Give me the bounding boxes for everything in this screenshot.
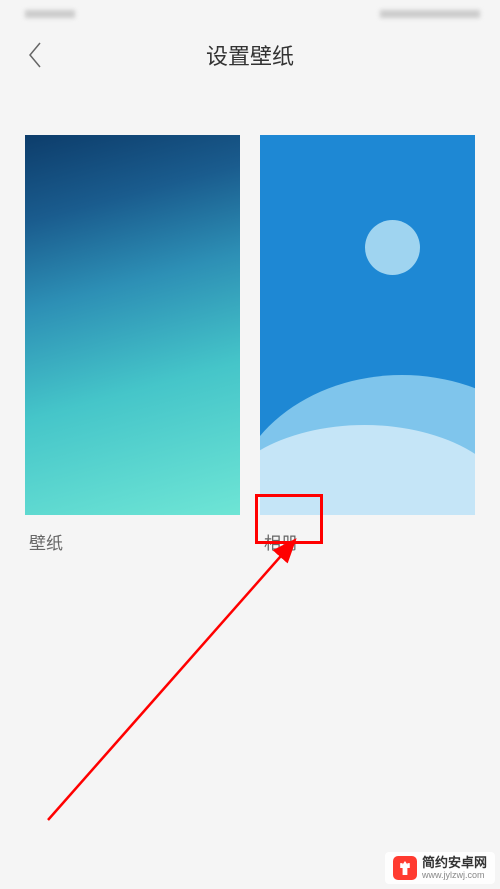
gradient-preview (25, 135, 240, 515)
watermark: 简约安卓网 www.jylzwj.com (385, 852, 495, 884)
wallpaper-thumbnail (25, 135, 240, 515)
hill-front-shape (260, 425, 475, 515)
moon-shape (365, 220, 420, 275)
page-title: 设置壁纸 (206, 39, 294, 71)
watermark-icon (393, 856, 417, 880)
watermark-text: 简约安卓网 www.jylzwj.com (422, 856, 487, 880)
wallpaper-option-album[interactable]: 相册 (260, 135, 475, 556)
wallpaper-options: 壁纸 相册 (0, 85, 500, 556)
album-label: 相册 (260, 527, 475, 556)
watermark-title: 简约安卓网 (422, 856, 487, 869)
wallpaper-option-builtin[interactable]: 壁纸 (25, 135, 240, 556)
watermark-url: www.jylzwj.com (422, 871, 487, 880)
back-button[interactable] (20, 40, 50, 70)
chevron-left-icon (27, 41, 43, 69)
wallpaper-label: 壁纸 (25, 527, 240, 556)
header: 设置壁纸 (0, 25, 500, 85)
album-thumbnail (260, 135, 475, 515)
status-bar (0, 0, 500, 25)
album-preview (260, 135, 475, 515)
